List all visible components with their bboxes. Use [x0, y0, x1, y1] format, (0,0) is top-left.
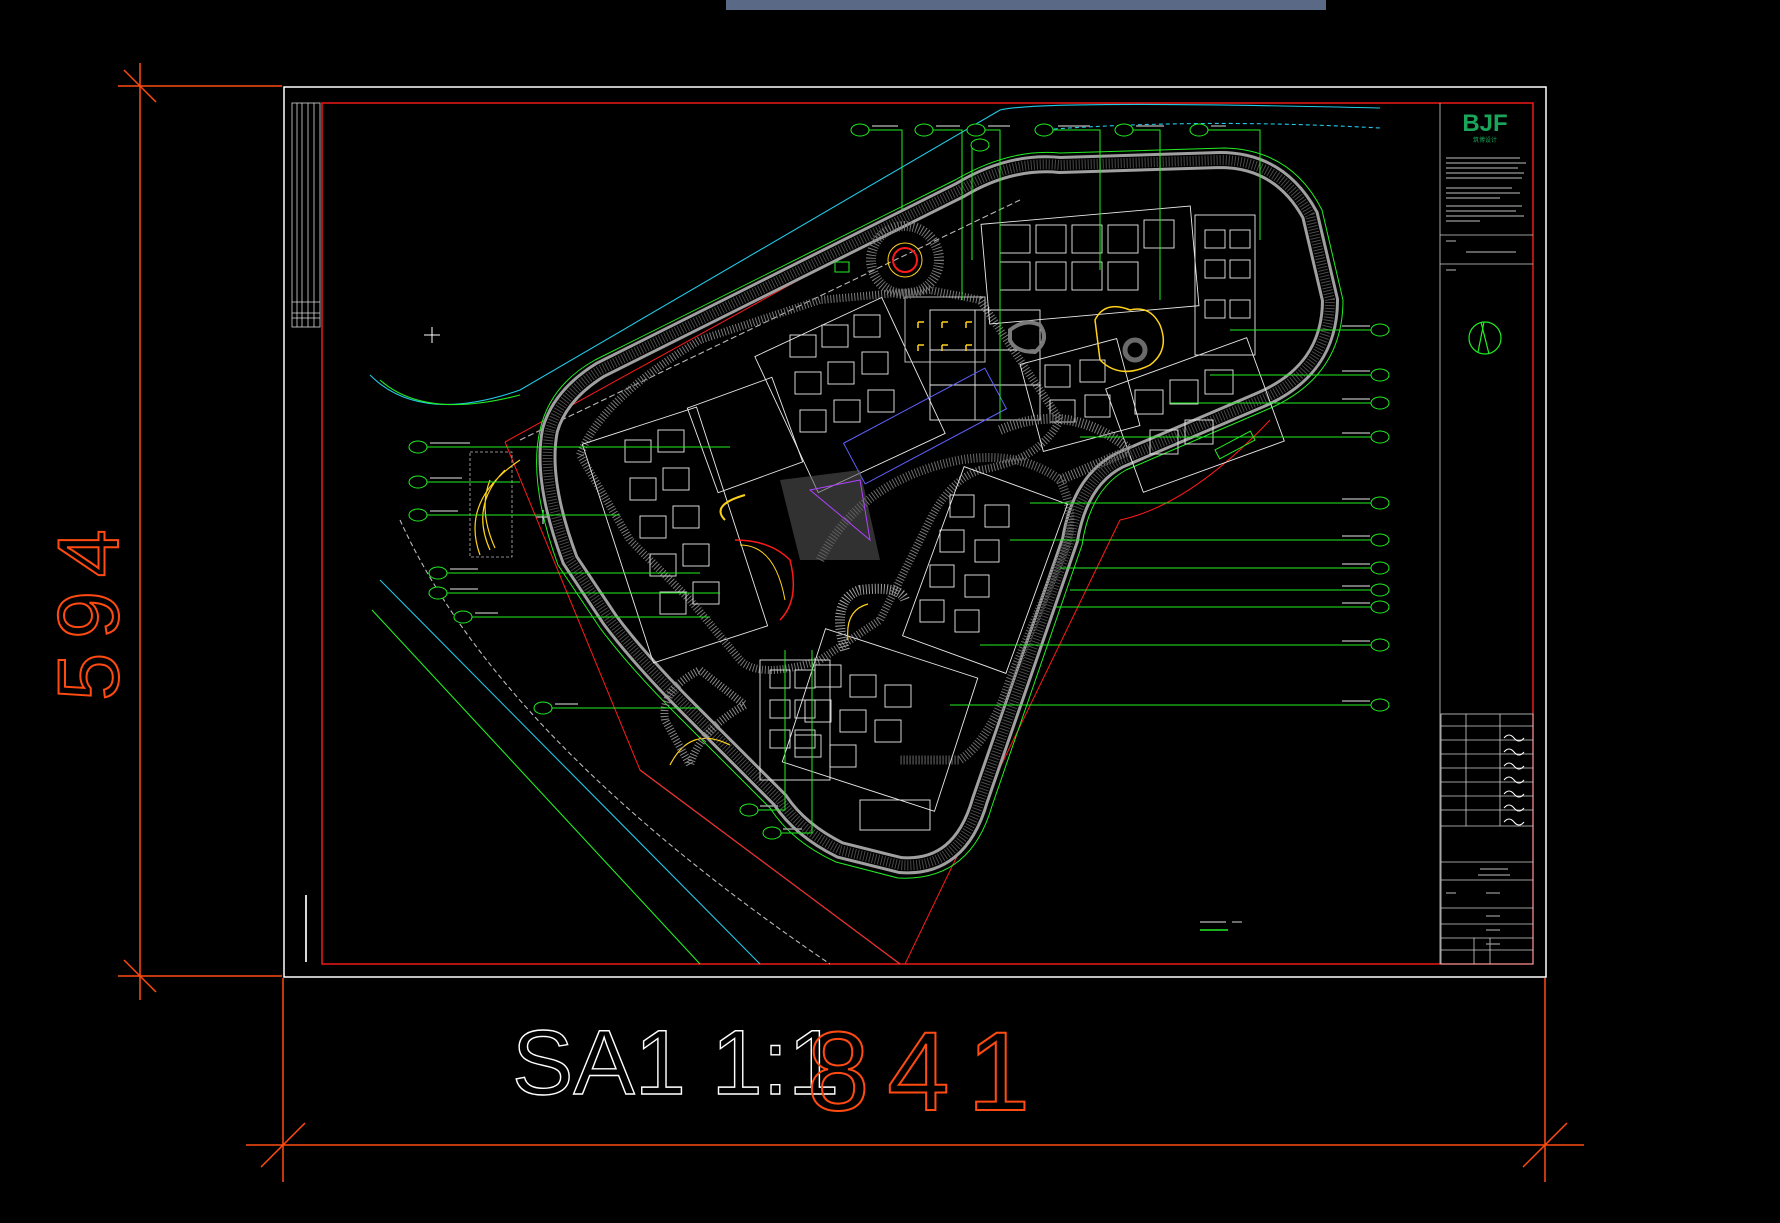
company-logo: BJF 筑博设计 — [1462, 110, 1507, 144]
revision-strip — [291, 102, 321, 962]
callout-label-marks — [430, 125, 1370, 923]
signature-marks — [1503, 734, 1525, 826]
logo-subtext: 筑博设计 — [1473, 136, 1497, 144]
width-dimension-label: 841 — [807, 1009, 1048, 1134]
crosshair-icon — [424, 327, 550, 524]
title-block — [1439, 103, 1534, 965]
north-arrow-icon — [1468, 321, 1502, 355]
entrance-plaza — [780, 221, 1008, 560]
height-dimension-label: 594 — [41, 515, 137, 701]
cad-drawing-canvas[interactable]: 594 SA1 1:1 841 BJF 筑博设计 — [0, 0, 1780, 1223]
scale-label: SA1 1:1 — [512, 1012, 839, 1114]
height-dimension — [118, 63, 282, 1000]
logo-text: BJF — [1462, 110, 1507, 137]
